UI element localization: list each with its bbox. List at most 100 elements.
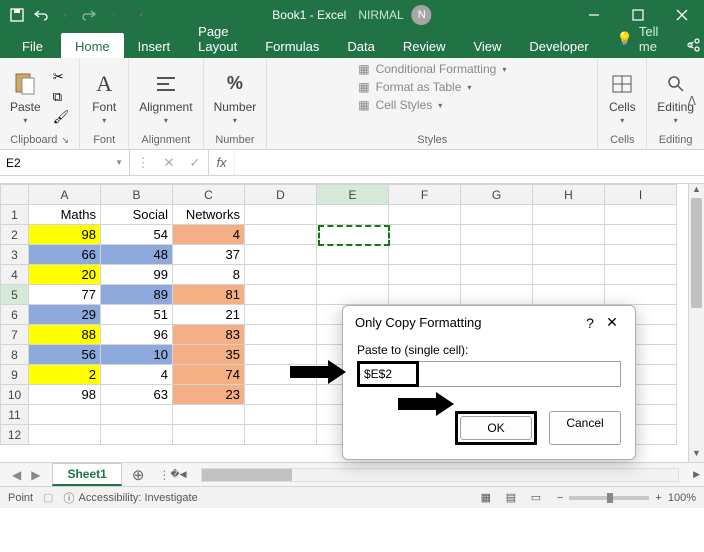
cell[interactable] [461,265,533,285]
normal-view-icon[interactable]: ▦ [475,491,497,504]
hs-split-icon[interactable]: ⋮ [158,468,170,482]
alignment-button[interactable]: Alignment ▾ [139,70,192,125]
cell[interactable] [101,405,173,425]
tab-insert[interactable]: Insert [124,33,185,58]
tab-file[interactable]: File [12,33,61,58]
cancel-button[interactable]: Cancel [549,411,621,445]
scroll-left-icon[interactable]: �◀ [170,469,186,480]
redo-icon[interactable] [80,6,98,24]
cell[interactable]: 56 [29,345,101,365]
select-all[interactable] [1,185,29,205]
row-header[interactable]: 12 [1,425,29,445]
row-header[interactable]: 8 [1,345,29,365]
cell[interactable]: 63 [101,385,173,405]
scroll-up-icon[interactable]: ▲ [689,184,704,198]
cell[interactable] [245,285,317,305]
cell[interactable]: 98 [29,225,101,245]
scroll-right-icon[interactable]: ▶ [693,469,700,480]
cell[interactable]: 37 [173,245,245,265]
cell[interactable] [533,285,605,305]
cell[interactable]: 99 [101,265,173,285]
cell[interactable] [389,265,461,285]
fx-icon[interactable]: fx [209,150,235,175]
cell[interactable]: Networks [173,205,245,225]
cell[interactable]: Social [101,205,173,225]
zoom-slider[interactable] [569,496,649,500]
macro-record-icon[interactable]: ▢ [43,491,53,504]
cell[interactable]: 77 [29,285,101,305]
cell[interactable]: Maths [29,205,101,225]
cell[interactable] [29,405,101,425]
col-header[interactable]: H [533,185,605,205]
cell[interactable]: 2 [29,365,101,385]
avatar[interactable]: N [412,5,432,25]
paste-target-input-ext[interactable] [419,361,621,387]
cell[interactable]: 35 [173,345,245,365]
cell[interactable] [245,385,317,405]
cell[interactable] [29,425,101,445]
cell[interactable]: 29 [29,305,101,325]
conditional-formatting-button[interactable]: ▦Conditional Formatting▾ [358,62,506,76]
cell[interactable] [533,265,605,285]
cell[interactable]: 96 [101,325,173,345]
add-sheet-button[interactable]: ⊕ [122,466,155,484]
cell[interactable] [389,205,461,225]
col-header[interactable]: C [173,185,245,205]
format-painter-icon[interactable]: 🖌 [53,109,70,125]
page-layout-view-icon[interactable]: ▤ [500,491,522,504]
cell[interactable]: 51 [101,305,173,325]
page-break-view-icon[interactable]: ▭ [525,491,547,504]
row-header[interactable]: 2 [1,225,29,245]
cell[interactable] [245,225,317,245]
cell[interactable] [605,285,677,305]
cell[interactable] [173,425,245,445]
cell[interactable] [317,225,389,245]
tab-page-layout[interactable]: Page Layout [184,18,251,58]
cell[interactable] [605,205,677,225]
row-header[interactable]: 10 [1,385,29,405]
save-icon[interactable] [8,6,26,24]
zoom-control[interactable]: − + 100% [557,492,696,504]
cell[interactable]: 88 [29,325,101,345]
cell[interactable] [245,365,317,385]
ok-button[interactable]: OK [460,416,532,440]
paste-button[interactable]: Paste ▾ [10,70,41,125]
tab-home[interactable]: Home [61,33,124,58]
collapse-ribbon-icon[interactable]: ᐱ [688,94,696,108]
nav-prev-icon[interactable]: ◀ [12,468,21,482]
undo-dropdown-icon[interactable]: ▾ [56,6,74,24]
cell[interactable]: 4 [101,365,173,385]
cell[interactable] [389,225,461,245]
tab-review[interactable]: Review [389,33,460,58]
tab-formulas[interactable]: Formulas [251,33,333,58]
scrollbar-thumb[interactable] [202,469,292,481]
cell-styles-button[interactable]: ▦Cell Styles▾ [358,98,442,112]
cell[interactable]: 74 [173,365,245,385]
col-header[interactable]: F [389,185,461,205]
zoom-out-icon[interactable]: − [557,492,563,504]
row-header[interactable]: 5 [1,285,29,305]
nav-next-icon[interactable]: ▶ [31,468,40,482]
cell[interactable] [605,245,677,265]
cell[interactable]: 20 [29,265,101,285]
scroll-down-icon[interactable]: ▼ [689,448,704,462]
cell[interactable] [533,225,605,245]
row-header[interactable]: 6 [1,305,29,325]
col-header[interactable]: G [461,185,533,205]
cell[interactable]: 98 [29,385,101,405]
cell[interactable] [101,425,173,445]
cell[interactable]: 4 [173,225,245,245]
cell[interactable] [245,345,317,365]
qat-customize-icon[interactable]: ▾ [132,6,150,24]
cell[interactable] [173,405,245,425]
col-header[interactable]: B [101,185,173,205]
accessibility-status[interactable]: Accessibility: Investigate [78,492,197,504]
cell[interactable] [245,265,317,285]
view-switcher[interactable]: ▦ ▤ ▭ [475,491,547,504]
row-header[interactable]: 11 [1,405,29,425]
row-header[interactable]: 1 [1,205,29,225]
cell[interactable] [317,285,389,305]
cell[interactable]: 8 [173,265,245,285]
sheet-nav[interactable]: ◀▶ [0,468,52,482]
cells-button[interactable]: Cells ▾ [608,70,636,125]
